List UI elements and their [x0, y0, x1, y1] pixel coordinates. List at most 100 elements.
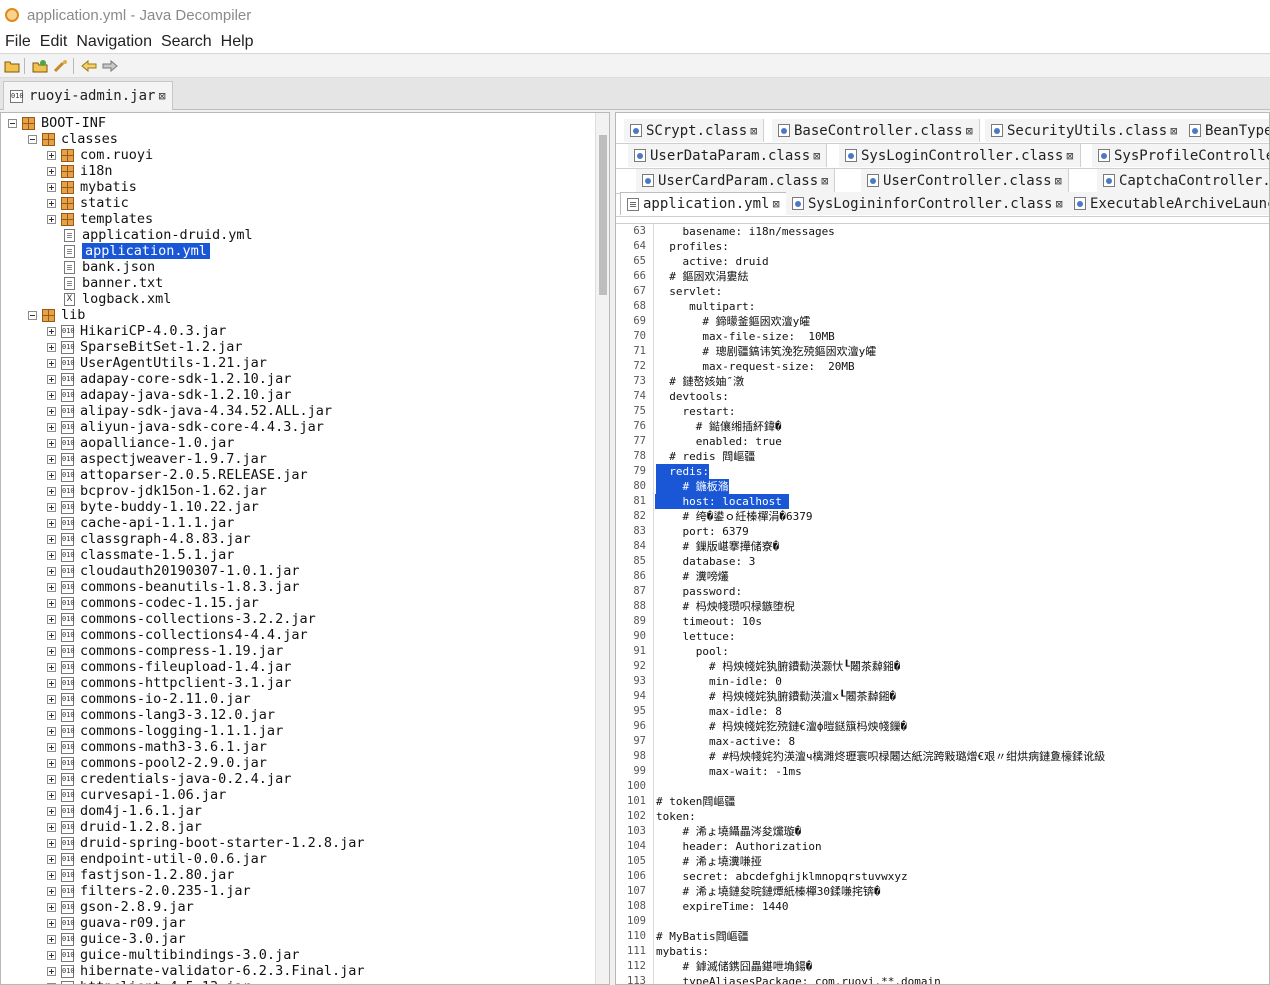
tree-node[interactable]: 010 guava-r09.jar [47, 915, 186, 931]
close-icon[interactable]: ⊠ [750, 124, 757, 138]
tree-node[interactable]: static [47, 195, 129, 211]
menu-edit[interactable]: Edit [40, 33, 68, 51]
close-icon[interactable]: ⊠ [1170, 124, 1177, 138]
tree-node[interactable]: 010 cache-api-1.1.1.jar [47, 515, 234, 531]
tree-node[interactable]: lib [28, 307, 85, 323]
back-arrow-icon[interactable] [80, 58, 98, 74]
expand-icon[interactable] [47, 710, 56, 720]
tree-node[interactable]: 010 classmate-1.5.1.jar [47, 547, 234, 563]
tree-node[interactable]: classes [28, 131, 118, 147]
file-tab-ruoyi-admin-jar[interactable]: 010 ruoyi-admin.jar ⊠ [3, 81, 173, 110]
expand-icon[interactable] [47, 342, 56, 352]
tree-node[interactable]: 010 commons-math3-3.6.1.jar [47, 739, 267, 755]
expand-icon[interactable] [47, 838, 56, 848]
expand-icon[interactable] [47, 150, 56, 160]
close-icon[interactable]: ⊠ [813, 149, 820, 163]
code-tab[interactable]: application.yml ⊠ [620, 192, 787, 215]
close-icon[interactable]: ⊠ [1055, 174, 1062, 188]
close-icon[interactable]: ⊠ [966, 124, 973, 138]
code-tab[interactable]: SysLoginController.class ⊠ [839, 144, 1081, 167]
tree-node[interactable]: 010 guice-3.0.jar [47, 931, 186, 947]
expand-icon[interactable] [47, 518, 56, 528]
expand-icon[interactable] [47, 758, 56, 768]
expand-icon[interactable] [47, 550, 56, 560]
tree-node[interactable]: Xlogback.xml [47, 291, 171, 307]
expand-icon[interactable] [47, 742, 56, 752]
tree-node[interactable]: 010 classgraph-4.8.83.jar [47, 531, 251, 547]
menu-help[interactable]: Help [221, 33, 254, 51]
expand-icon[interactable] [47, 502, 56, 512]
tree-node[interactable]: 010 aopalliance-1.0.jar [47, 435, 234, 451]
code-tab[interactable]: UserCardParam.class ⊠ [636, 169, 836, 192]
expand-icon[interactable] [47, 934, 56, 944]
tree-node[interactable]: 010 commons-compress-1.19.jar [47, 643, 283, 659]
expand-icon[interactable] [47, 854, 56, 864]
close-icon[interactable]: ⊠ [1055, 197, 1062, 211]
expand-icon[interactable] [47, 870, 56, 880]
tree-node[interactable]: 010 curvesapi-1.06.jar [47, 787, 226, 803]
tree-node[interactable]: mybatis [47, 179, 137, 195]
close-icon[interactable]: ⊠ [1066, 149, 1073, 163]
tree-node[interactable]: 010 druid-1.2.8.jar [47, 819, 202, 835]
search-icon[interactable] [52, 58, 70, 74]
expand-icon[interactable] [47, 662, 56, 672]
expand-icon[interactable] [47, 918, 56, 928]
expand-icon[interactable] [47, 694, 56, 704]
tree-node[interactable]: 010 filters-2.0.235-1.jar [47, 883, 251, 899]
collapse-icon[interactable] [28, 310, 37, 320]
scrollbar-thumb[interactable] [599, 135, 607, 295]
tree-node[interactable]: 010 bcprov-jdk15on-1.62.jar [47, 483, 267, 499]
code-tab[interactable]: SysLogininforController.class ⊠ [786, 192, 1070, 215]
tree-node[interactable]: 010 SparseBitSet-1.2.jar [47, 339, 243, 355]
tree-node[interactable]: 010 byte-buddy-1.10.22.jar [47, 499, 259, 515]
expand-icon[interactable] [47, 326, 56, 336]
expand-icon[interactable] [47, 358, 56, 368]
expand-icon[interactable] [47, 886, 56, 896]
tree-node[interactable]: 010 commons-collections-3.2.2.jar [47, 611, 316, 627]
tree-node[interactable]: templates [47, 211, 153, 227]
code-tab[interactable]: SecurityUtils.class ⊠ [985, 119, 1185, 142]
tree-node[interactable]: bank.json [47, 259, 155, 275]
tree-node[interactable]: 010 guice-multibindings-3.0.jar [47, 947, 299, 963]
menu-navigation[interactable]: Navigation [76, 33, 152, 51]
tree-node[interactable]: 010 commons-collections4-4.4.jar [47, 627, 308, 643]
expand-icon[interactable] [47, 806, 56, 816]
expand-icon[interactable] [47, 390, 56, 400]
expand-icon[interactable] [47, 534, 56, 544]
expand-icon[interactable] [47, 646, 56, 656]
code-tab[interactable]: UserDataParam.class ⊠ [628, 144, 828, 167]
expand-icon[interactable] [47, 678, 56, 688]
tree-node[interactable]: 010 gson-2.8.9.jar [47, 899, 194, 915]
tree-scrollbar[interactable] [595, 113, 609, 984]
tree-node[interactable]: 010 druid-spring-boot-starter-1.2.8.jar [47, 835, 364, 851]
tree-node[interactable]: 010 dom4j-1.6.1.jar [47, 803, 202, 819]
expand-icon[interactable] [47, 630, 56, 640]
expand-icon[interactable] [47, 374, 56, 384]
tree-node[interactable]: 010 fastjson-1.2.80.jar [47, 867, 234, 883]
tree-node[interactable]: 010 commons-io-2.11.0.jar [47, 691, 251, 707]
expand-icon[interactable] [47, 198, 56, 208]
tree-node[interactable]: 010 commons-lang3-3.12.0.jar [47, 707, 275, 723]
tree-node[interactable]: 010 commons-codec-1.15.jar [47, 595, 259, 611]
expand-icon[interactable] [47, 214, 56, 224]
tree-node[interactable]: 010 attoparser-2.0.5.RELEASE.jar [47, 467, 308, 483]
tree-node[interactable]: 010 cloudauth20190307-1.0.1.jar [47, 563, 299, 579]
expand-icon[interactable] [47, 422, 56, 432]
tree-node[interactable]: 010 HikariCP-4.0.3.jar [47, 323, 226, 339]
expand-icon[interactable] [47, 598, 56, 608]
tree-node[interactable]: 010 httpclient-4.5.13.jar [47, 979, 251, 984]
expand-icon[interactable] [47, 486, 56, 496]
code-tab[interactable]: BaseController.class ⊠ [772, 119, 980, 142]
tree-node[interactable]: application.yml [47, 243, 210, 259]
tree-node[interactable]: i18n [47, 163, 113, 179]
expand-icon[interactable] [47, 166, 56, 176]
code-tab[interactable]: SysProfileController [1092, 144, 1269, 167]
code-tab[interactable]: ExecutableArchiveLaunc [1068, 192, 1269, 215]
expand-icon[interactable] [47, 470, 56, 480]
forward-arrow-icon[interactable] [101, 58, 119, 74]
open-type-icon[interactable] [31, 58, 49, 74]
expand-icon[interactable] [47, 454, 56, 464]
code-tab[interactable]: UserController.class ⊠ [861, 169, 1069, 192]
menu-file[interactable]: File [5, 33, 31, 51]
tree-node[interactable]: BOOT-INF [8, 115, 106, 131]
